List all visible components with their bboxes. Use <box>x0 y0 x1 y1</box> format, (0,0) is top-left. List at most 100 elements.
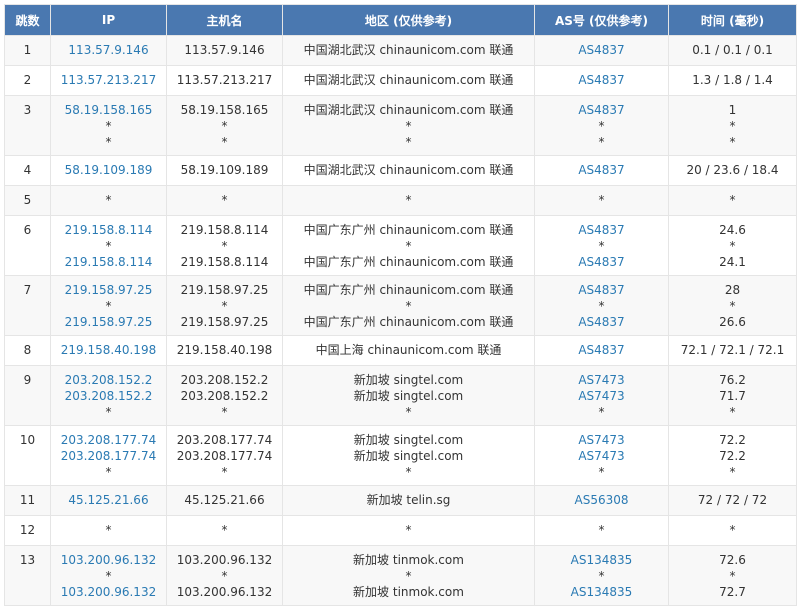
hostname-value: 203.208.152.2 <box>180 389 269 403</box>
asn-link[interactable]: AS4837 <box>537 162 666 178</box>
table-row: 3 58.19.158.165 * * 58.19.158.165 * * 中国湖北武汉 ch… <box>4 95 797 156</box>
ip-link[interactable]: 113.57.9.146 <box>53 42 164 58</box>
asn-link[interactable]: AS7473 <box>537 448 666 464</box>
asn-link[interactable]: AS4837 <box>537 102 666 118</box>
hop-number: 9 <box>23 373 32 387</box>
hostname-value: 103.200.96.132 <box>176 585 273 599</box>
ip-link[interactable]: 58.19.109.189 <box>53 162 164 178</box>
ip-link[interactable]: 219.158.8.114 <box>53 254 164 270</box>
region-value: * <box>405 523 412 537</box>
ip-cell: 203.208.152.2 203.208.152.2 * <box>50 365 167 426</box>
ip-cell: 45.125.21.66 <box>50 485 167 516</box>
latency-value: * <box>729 193 736 207</box>
ip-link[interactable]: 203.208.152.2 <box>53 372 164 388</box>
hop-number: 2 <box>23 73 32 87</box>
header-host: 主机名 <box>166 4 283 36</box>
asn-value: * <box>598 465 605 479</box>
hop-number: 12 <box>19 523 36 537</box>
asn-link[interactable]: AS4837 <box>537 342 666 358</box>
asn-value: * <box>598 193 605 207</box>
ip-link[interactable]: 45.125.21.66 <box>53 492 164 508</box>
region-value: 新加坡 tinmok.com <box>353 585 464 599</box>
hostname-cell: 113.57.9.146 <box>166 35 283 66</box>
hostname-cell: 58.19.109.189 <box>166 155 283 186</box>
hop-number: 6 <box>23 223 32 237</box>
ip-link[interactable]: 219.158.8.114 <box>53 222 164 238</box>
latency-value: 20 / 23.6 / 18.4 <box>686 163 779 177</box>
asn-cell: AS134835 * AS134835 <box>534 545 669 606</box>
region-value: 新加坡 singtel.com <box>353 449 464 463</box>
hop-number: 1 <box>23 43 32 57</box>
region-value: 中国广东广州 chinaunicom.com 联通 <box>303 255 514 269</box>
hostname-cell: 219.158.97.25 * 219.158.97.25 <box>166 275 283 336</box>
header-region: 地区 (仅供参考) <box>282 4 535 36</box>
asn-link[interactable]: AS56308 <box>537 492 666 508</box>
hostname-cell: 58.19.158.165 * * <box>166 95 283 156</box>
ip-link[interactable]: 203.208.177.74 <box>53 448 164 464</box>
ip-cell: 113.57.213.217 <box>50 65 167 96</box>
table-header-row: 跳数 IP 主机名 地区 (仅供参考) AS号 (仅供参考) 时间 (毫秒) <box>4 4 797 36</box>
latency-value: * <box>729 523 736 537</box>
table-row: 9 203.208.152.2 203.208.152.2 * 203.208.152.… <box>4 365 797 426</box>
region-cell: 新加坡 telin.sg <box>282 485 535 516</box>
latency-cell: 1 * * <box>668 95 797 156</box>
ip-link[interactable]: 219.158.40.198 <box>53 342 164 358</box>
asn-link[interactable]: AS134835 <box>537 552 666 568</box>
region-value: 中国广东广州 chinaunicom.com 联通 <box>303 315 514 329</box>
asn-link[interactable]: AS4837 <box>537 42 666 58</box>
asn-link[interactable]: AS4837 <box>537 314 666 330</box>
asn-link[interactable]: AS4837 <box>537 282 666 298</box>
hostname-cell: 113.57.213.217 <box>166 65 283 96</box>
table-body: 1 113.57.9.146 113.57.9.146 中国湖北武汉 chinauni… <box>4 35 797 606</box>
ip-cell: 219.158.40.198 <box>50 335 167 366</box>
latency-cell: 20 / 23.6 / 18.4 <box>668 155 797 186</box>
asn-link[interactable]: AS7473 <box>537 432 666 448</box>
hostname-value: * <box>221 239 228 253</box>
asn-link[interactable]: AS4837 <box>537 72 666 88</box>
ip-link[interactable]: 103.200.96.132 <box>53 584 164 600</box>
latency-value: 26.6 <box>719 315 746 329</box>
ip-link[interactable]: 203.208.152.2 <box>53 388 164 404</box>
hop-cell: 10 <box>4 425 51 486</box>
hostname-cell: 203.208.177.74 203.208.177.74 * <box>166 425 283 486</box>
hostname-cell: 45.125.21.66 <box>166 485 283 516</box>
region-value: 新加坡 tinmok.com <box>353 553 464 567</box>
latency-cell: 72.1 / 72.1 / 72.1 <box>668 335 797 366</box>
ip-cell: 58.19.109.189 <box>50 155 167 186</box>
ip-link[interactable]: 103.200.96.132 <box>53 552 164 568</box>
ip-link[interactable]: 113.57.213.217 <box>53 72 164 88</box>
hostname-cell: 203.208.152.2 203.208.152.2 * <box>166 365 283 426</box>
hop-cell: 11 <box>4 485 51 516</box>
asn-value: * <box>598 239 605 253</box>
ip-link[interactable]: 219.158.97.25 <box>53 314 164 330</box>
hostname-value: 113.57.9.146 <box>184 43 265 57</box>
ip-cell: 219.158.8.114 * 219.158.8.114 <box>50 215 167 276</box>
region-value: * <box>405 405 412 419</box>
region-cell: 中国湖北武汉 chinaunicom.com 联通 <box>282 35 535 66</box>
hostname-value: 203.208.152.2 <box>180 373 269 387</box>
hop-cell: 8 <box>4 335 51 366</box>
ip-link[interactable]: 219.158.97.25 <box>53 282 164 298</box>
ip-link[interactable]: 58.19.158.165 <box>53 102 164 118</box>
asn-cell: * <box>534 185 669 216</box>
asn-link[interactable]: AS4837 <box>537 254 666 270</box>
latency-cell: * <box>668 515 797 546</box>
ip-link[interactable]: 203.208.177.74 <box>53 432 164 448</box>
hostname-value: 203.208.177.74 <box>176 449 273 463</box>
hostname-value: 219.158.97.25 <box>180 315 269 329</box>
ip-value: * <box>105 193 112 207</box>
latency-value: * <box>729 135 736 149</box>
asn-link[interactable]: AS7473 <box>537 372 666 388</box>
region-cell: 中国广东广州 chinaunicom.com 联通 * 中国广东广州 chinaun… <box>282 275 535 336</box>
asn-link[interactable]: AS4837 <box>537 222 666 238</box>
ip-value: * <box>105 239 112 253</box>
region-value: 新加坡 singtel.com <box>353 373 464 387</box>
traceroute-table: 跳数 IP 主机名 地区 (仅供参考) AS号 (仅供参考) 时间 (毫秒) 1… <box>4 4 797 606</box>
asn-link[interactable]: AS7473 <box>537 388 666 404</box>
hop-cell: 9 <box>4 365 51 426</box>
hop-cell: 1 <box>4 35 51 66</box>
hop-number: 7 <box>23 283 32 297</box>
latency-value: 72.2 <box>719 449 746 463</box>
hop-cell: 6 <box>4 215 51 276</box>
asn-link[interactable]: AS134835 <box>537 584 666 600</box>
